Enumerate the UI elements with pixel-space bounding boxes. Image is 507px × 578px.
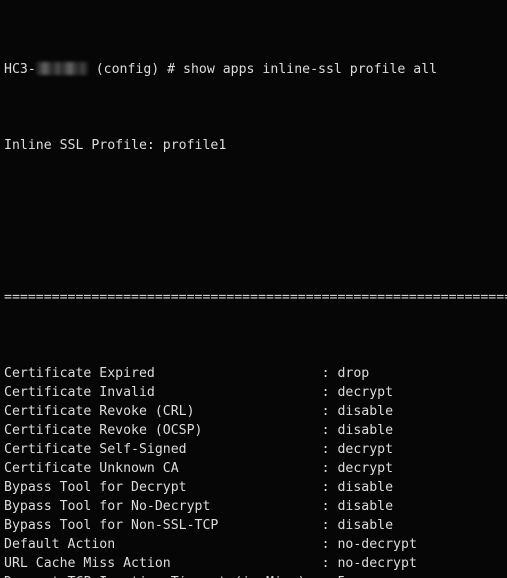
redacted-hostname xyxy=(35,62,88,75)
setting-row: Bypass Tool for No-Decrypt : disable xyxy=(4,497,507,516)
setting-value: disable xyxy=(337,423,394,438)
spacer-line-1 xyxy=(4,212,507,231)
setting-colon: : xyxy=(321,442,338,457)
setting-row: Certificate Self-Signed : decrypt xyxy=(4,440,507,459)
setting-row: Default Action : no-decrypt xyxy=(4,535,507,554)
prompt-line: HC3- (config) # show apps inline-ssl pro… xyxy=(4,60,507,79)
setting-value: disable xyxy=(337,404,394,419)
setting-value: no-decrypt xyxy=(337,537,417,552)
setting-label: URL Cache Miss Action xyxy=(4,556,322,571)
setting-value: disable xyxy=(337,518,394,533)
setting-row: Certificate Revoke (OCSP) : disable xyxy=(4,421,507,440)
setting-label: Bypass Tool for Non-SSL-TCP xyxy=(4,518,322,533)
setting-colon: : xyxy=(321,385,338,400)
setting-colon: : xyxy=(321,480,338,495)
setting-colon: : xyxy=(321,537,338,552)
setting-row: Certificate Invalid : decrypt xyxy=(4,383,507,402)
profile-header: Inline SSL Profile: profile1 xyxy=(4,138,227,153)
setting-label: Certificate Self-Signed xyxy=(4,442,322,457)
setting-row: Certificate Revoke (CRL) : disable xyxy=(4,402,507,421)
setting-colon: : xyxy=(321,499,338,514)
setting-row: Bypass Tool for Decrypt : disable xyxy=(4,478,507,497)
setting-label: Certificate Revoke (CRL) xyxy=(4,404,322,419)
prompt-host-prefix: HC3- xyxy=(4,62,36,77)
setting-label: Certificate Unknown CA xyxy=(4,461,322,476)
setting-value: no-decrypt xyxy=(337,556,417,571)
setting-row: Decrypt TCP Inactive Timeout (in Mins) :… xyxy=(4,573,507,578)
separator-top: ========================================… xyxy=(4,290,507,305)
setting-label: Default Action xyxy=(4,537,322,552)
setting-colon: : xyxy=(321,423,338,438)
setting-value: drop xyxy=(337,366,370,381)
setting-value: disable xyxy=(337,499,394,514)
setting-value: decrypt xyxy=(337,385,394,400)
terminal-screen[interactable]: HC3- (config) # show apps inline-ssl pro… xyxy=(0,0,507,578)
settings-list: Certificate Expired : drop Certificate In… xyxy=(4,364,507,578)
setting-row: Certificate Expired : drop xyxy=(4,364,507,383)
setting-value: decrypt xyxy=(337,461,394,476)
setting-label: Certificate Revoke (OCSP) xyxy=(4,423,322,438)
setting-label: Certificate Invalid xyxy=(4,385,322,400)
setting-label: Certificate Expired xyxy=(4,366,322,381)
setting-colon: : xyxy=(321,556,338,571)
setting-label: Bypass Tool for Decrypt xyxy=(4,480,322,495)
prompt-command-text: (config) # show apps inline-ssl profile … xyxy=(87,62,438,77)
setting-value: disable xyxy=(337,480,394,495)
setting-colon: : xyxy=(321,518,338,533)
setting-row: Bypass Tool for Non-SSL-TCP : disable xyxy=(4,516,507,535)
setting-row: URL Cache Miss Action : no-decrypt xyxy=(4,554,507,573)
setting-colon: : xyxy=(321,461,338,476)
setting-colon: : xyxy=(321,404,338,419)
setting-row: Certificate Unknown CA : decrypt xyxy=(4,459,507,478)
setting-colon: : xyxy=(321,366,338,381)
setting-label: Bypass Tool for No-Decrypt xyxy=(4,499,322,514)
setting-value: decrypt xyxy=(337,442,394,457)
